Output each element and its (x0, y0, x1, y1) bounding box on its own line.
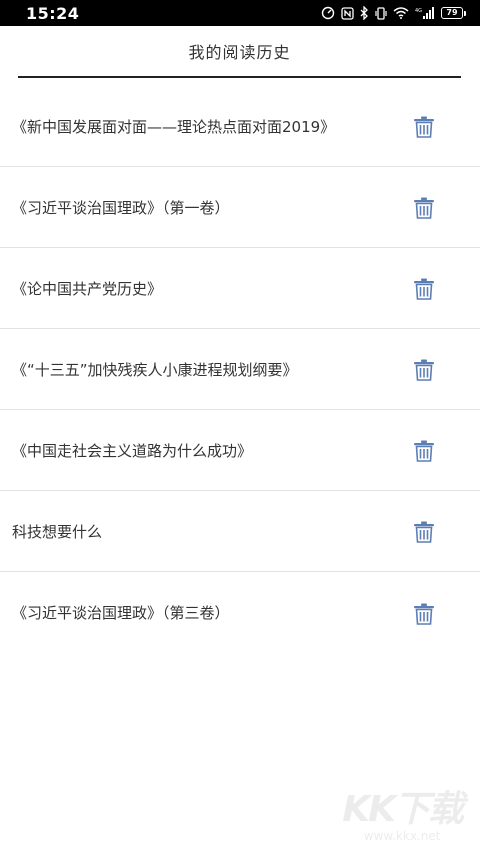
watermark: KK下载 www.kkx.net (342, 789, 464, 844)
watermark-logo: KK下载 (342, 789, 464, 830)
status-bar: 15:24 4G 79 (0, 0, 480, 26)
list-item[interactable]: 《习近平谈治国理政》（第一卷） (0, 167, 480, 248)
list-item[interactable]: 《“十三五”加快残疾人小康进程规划纲要》 (0, 329, 480, 410)
trash-icon[interactable] (413, 521, 435, 543)
trash-icon[interactable] (413, 116, 435, 138)
book-title[interactable]: 《“十三五”加快残疾人小康进程规划纲要》 (12, 359, 298, 380)
list-item[interactable]: 《新中国发展面对面——理论热点面对面2019》 (0, 86, 480, 167)
list-item[interactable]: 《习近平谈治国理政》（第三卷） (0, 572, 480, 653)
status-icons: 4G 79 (321, 6, 466, 20)
book-title[interactable]: 科技想要什么 (12, 521, 102, 542)
book-title[interactable]: 《中国走社会主义道路为什么成功》 (12, 440, 252, 461)
delete-button[interactable] (412, 115, 436, 139)
book-title[interactable]: 《新中国发展面对面——理论热点面对面2019》 (12, 116, 335, 137)
trash-icon[interactable] (413, 359, 435, 381)
delete-button[interactable] (412, 520, 436, 544)
vibrate-icon (375, 6, 387, 20)
trash-icon[interactable] (413, 440, 435, 462)
speed-icon (321, 6, 335, 20)
page-title: 我的阅读历史 (188, 43, 291, 62)
delete-button[interactable] (412, 439, 436, 463)
delete-button[interactable] (412, 277, 436, 301)
trash-icon[interactable] (413, 197, 435, 219)
svg-text:4G: 4G (415, 8, 422, 14)
list-item[interactable]: 《论中国共产党历史》 (0, 248, 480, 329)
delete-button[interactable] (412, 196, 436, 220)
trash-icon[interactable] (413, 603, 435, 625)
book-title[interactable]: 《论中国共产党历史》 (12, 278, 162, 299)
trash-icon[interactable] (413, 278, 435, 300)
watermark-url: www.kkx.net (363, 829, 441, 843)
delete-button[interactable] (412, 602, 436, 626)
page-header: 我的阅读历史 (18, 26, 461, 78)
nfc-icon (341, 6, 354, 20)
book-title[interactable]: 《习近平谈治国理政》（第一卷） (12, 197, 230, 218)
bluetooth-icon (360, 6, 368, 20)
battery-icon: 79 (441, 7, 466, 19)
status-time: 15:24 (26, 3, 80, 23)
list-item[interactable]: 《中国走社会主义道路为什么成功》 (0, 410, 480, 491)
reading-history-list: 《新中国发展面对面——理论热点面对面2019》 《习近平谈治国理政》（第一卷） (0, 86, 480, 653)
book-title[interactable]: 《习近平谈治国理政》（第三卷） (12, 602, 230, 623)
wifi-icon (393, 7, 409, 19)
delete-button[interactable] (412, 358, 436, 382)
battery-level: 79 (441, 7, 463, 19)
list-item[interactable]: 科技想要什么 (0, 491, 480, 572)
cellular-signal-icon: 4G (415, 6, 434, 19)
